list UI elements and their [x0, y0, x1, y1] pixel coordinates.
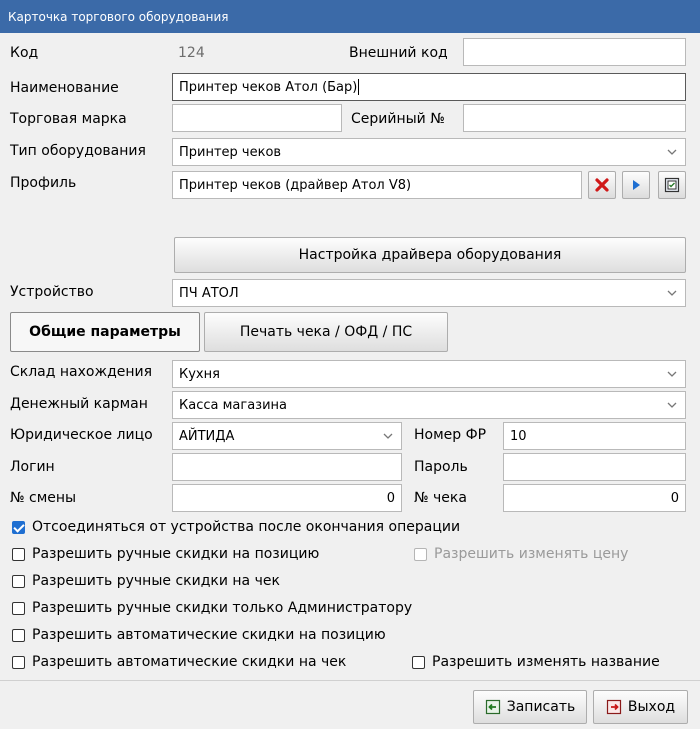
- manual-discount-check-label: Разрешить ручные скидки на чек: [32, 573, 280, 589]
- checkbox-icon: [414, 547, 427, 561]
- checkbox-icon: [12, 655, 25, 669]
- clear-profile-button[interactable]: [588, 171, 616, 199]
- code-value: 124: [178, 45, 205, 61]
- chevron-down-icon: [667, 371, 677, 377]
- name-label: Наименование: [10, 80, 119, 96]
- name-input-value: Принтер чеков Атол (Бар): [179, 79, 358, 95]
- text-cursor: [358, 79, 360, 95]
- checkbox-icon: [412, 655, 425, 669]
- type-label: Тип оборудования: [10, 143, 146, 159]
- legal-entity-select-value: АЙТИДА: [179, 428, 235, 444]
- lookup-window-icon: [664, 177, 680, 193]
- password-label: Пароль: [414, 459, 468, 475]
- cash-select-value: Касса магазина: [179, 397, 287, 413]
- chevron-down-icon: [667, 290, 677, 296]
- auto-discount-position-checkbox[interactable]: Разрешить автоматические скидки на позиц…: [12, 627, 386, 643]
- external-code-input[interactable]: [463, 38, 686, 66]
- type-select-value: Принтер чеков: [179, 144, 282, 160]
- profile-label: Профиль: [10, 175, 77, 191]
- exit-icon: [606, 699, 621, 715]
- auto-discount-check-checkbox[interactable]: Разрешить автоматические скидки на чек: [12, 654, 346, 670]
- checkbox-icon: [12, 601, 25, 615]
- manual-discount-position-checkbox[interactable]: Разрешить ручные скидки на позицию: [12, 546, 319, 562]
- login-input[interactable]: [172, 453, 402, 481]
- fr-number-label: Номер ФР: [414, 427, 487, 443]
- checkbox-icon: [12, 574, 25, 588]
- tab-general[interactable]: Общие параметры: [10, 312, 200, 352]
- cash-select[interactable]: Касса магазина: [172, 391, 686, 419]
- manual-discount-admin-label: Разрешить ручные скидки только Администр…: [32, 600, 413, 616]
- driver-settings-button[interactable]: Настройка драйвера оборудования: [174, 237, 686, 273]
- save-icon: [485, 699, 500, 715]
- device-select[interactable]: ПЧ АТОЛ: [172, 279, 686, 307]
- tab-receipt-print[interactable]: Печать чека / ОФД / ПС: [204, 312, 448, 352]
- profile-input[interactable]: Принтер чеков (драйвер Атол V8): [172, 171, 582, 199]
- manual-discount-check-checkbox[interactable]: Разрешить ручные скидки на чек: [12, 573, 280, 589]
- serial-label: Серийный №: [351, 111, 445, 127]
- shift-number-label: № смены: [10, 490, 77, 506]
- name-input[interactable]: Принтер чеков Атол (Бар): [172, 73, 686, 101]
- delete-x-icon: [595, 178, 609, 192]
- save-button-label: Записать: [506, 699, 576, 715]
- allow-change-name-checkbox[interactable]: Разрешить изменять название: [412, 654, 660, 670]
- exit-button-label: Выход: [627, 699, 676, 715]
- fr-number-input[interactable]: 10: [503, 422, 686, 450]
- login-label: Логин: [10, 459, 55, 475]
- checkbox-icon: [12, 547, 25, 561]
- allow-change-name-label: Разрешить изменять название: [432, 654, 660, 670]
- brand-input[interactable]: [172, 104, 342, 132]
- select-profile-button[interactable]: [658, 171, 686, 199]
- brand-label: Торговая марка: [10, 111, 127, 127]
- external-code-label: Внешний код: [349, 45, 448, 61]
- open-profile-button[interactable]: [622, 171, 650, 199]
- cash-label: Денежный карман: [10, 396, 148, 412]
- manual-discount-position-label: Разрешить ручные скидки на позицию: [32, 546, 320, 562]
- legal-entity-select[interactable]: АЙТИДА: [172, 422, 402, 450]
- device-label: Устройство: [10, 284, 94, 300]
- type-select[interactable]: Принтер чеков: [172, 138, 686, 166]
- shift-number-input[interactable]: 0: [172, 484, 402, 512]
- manual-discount-admin-checkbox[interactable]: Разрешить ручные скидки только Администр…: [12, 600, 412, 616]
- check-number-input[interactable]: 0: [503, 484, 686, 512]
- allow-change-price-checkbox[interactable]: Разрешить изменять цену: [414, 546, 628, 562]
- chevron-down-icon: [667, 402, 677, 408]
- serial-input[interactable]: [463, 104, 686, 132]
- exit-button[interactable]: Выход: [593, 690, 688, 724]
- disconnect-after-op-checkbox[interactable]: Отсоединяться от устройства после оконча…: [12, 519, 460, 535]
- password-input[interactable]: [503, 453, 686, 481]
- window-title: Карточка торгового оборудования: [0, 0, 700, 33]
- warehouse-select[interactable]: Кухня: [172, 360, 686, 388]
- disconnect-after-op-label: Отсоединяться от устройства после оконча…: [32, 519, 461, 535]
- play-arrow-icon: [633, 180, 640, 190]
- auto-discount-check-label: Разрешить автоматические скидки на чек: [32, 654, 347, 670]
- save-button[interactable]: Записать: [473, 690, 587, 724]
- chevron-down-icon: [667, 149, 677, 155]
- footer-divider: [0, 680, 700, 681]
- check-number-label: № чека: [414, 490, 467, 506]
- allow-change-price-label: Разрешить изменять цену: [434, 546, 629, 562]
- code-label: Код: [10, 45, 39, 61]
- chevron-down-icon: [383, 433, 393, 439]
- device-select-value: ПЧ АТОЛ: [179, 285, 239, 301]
- legal-entity-label: Юридическое лицо: [10, 427, 153, 443]
- auto-discount-position-label: Разрешить автоматические скидки на позиц…: [32, 627, 386, 643]
- warehouse-select-value: Кухня: [179, 366, 220, 382]
- checkbox-icon: [12, 628, 25, 642]
- warehouse-label: Склад нахождения: [10, 364, 153, 380]
- checkbox-checked-icon: [12, 520, 25, 534]
